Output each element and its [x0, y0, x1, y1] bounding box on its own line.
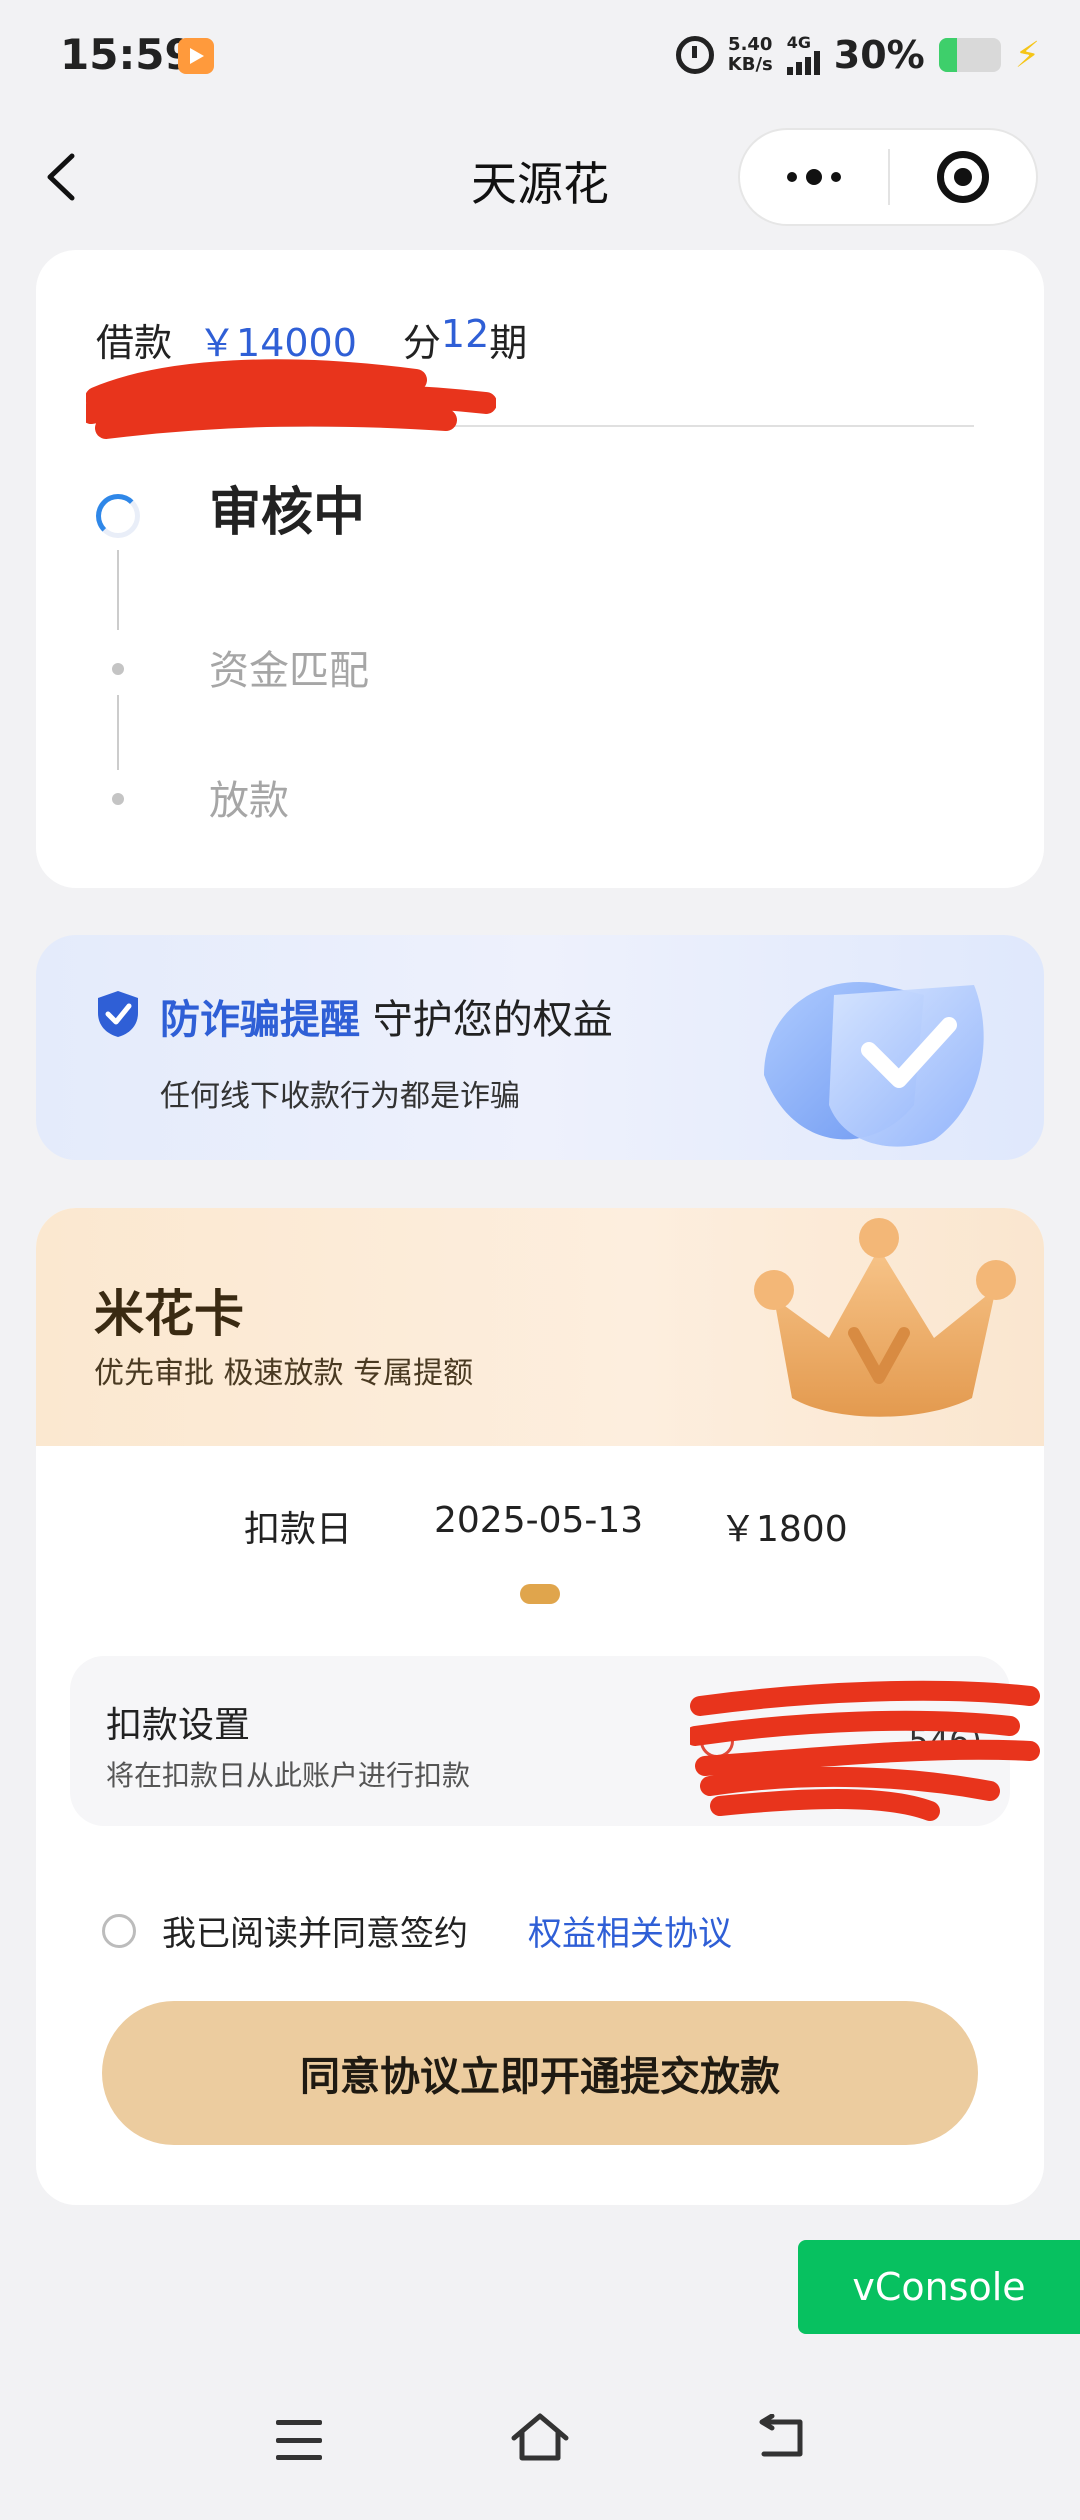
loading-spinner-icon — [96, 494, 140, 538]
return-icon[interactable] — [756, 2414, 806, 2460]
step-connector — [117, 695, 119, 770]
app-notification-icon — [178, 38, 214, 74]
agreement-checkbox[interactable] — [102, 1914, 136, 1948]
step-fund-matching: 资金匹配 — [209, 648, 369, 694]
fraud-title: 防诈骗提醒 守护您的权益 — [160, 987, 613, 1045]
status-icons: 5.40 KB/s 4G 30% ⚡ — [675, 30, 1040, 80]
alarm-icon — [675, 36, 714, 74]
vconsole-button[interactable]: vConsole — [798, 2240, 1080, 2334]
deduction-label: 扣款日 — [244, 1509, 353, 1550]
redaction-scribble — [690, 1680, 1040, 1821]
step-connector — [117, 550, 119, 630]
status-bar: 15:59 5.40 KB/s 4G 30% ⚡ — [0, 0, 1080, 110]
submit-button[interactable]: 同意协议立即开通提交放款 — [102, 2001, 978, 2145]
home-icon[interactable] — [510, 2412, 570, 2462]
anti-fraud-banner[interactable]: 防诈骗提醒 守护您的权益 任何线下收款行为都是诈骗 — [36, 935, 1044, 1160]
fraud-title-rest: 守护您的权益 — [372, 997, 613, 1043]
crown-icon — [754, 1218, 1016, 1417]
membership-benefits: 优先审批 极速放款 专属提额 — [94, 1356, 474, 1391]
deduction-date: 2025-05-13 — [434, 1500, 644, 1541]
deduction-amount: ￥1800 — [720, 1509, 848, 1550]
net-speed: 5.40 KB/s — [728, 35, 773, 75]
step-dot — [112, 663, 124, 675]
net-speed-unit: KB/s — [727, 54, 773, 75]
loan-status-card: 借款 ￥14000 分 12 期 审核中 资金匹配 放款 — [36, 250, 1044, 888]
net-speed-value: 5.40 — [728, 34, 773, 55]
deduction-row: 扣款日 2025-05-13 ￥1800 — [36, 1500, 1044, 1560]
system-nav-bar — [0, 2390, 1080, 2520]
membership-header: 米花卡 优先审批 极速放款 专属提额 — [36, 1208, 1044, 1446]
agreement-link[interactable]: 权益相关协议 — [528, 1906, 732, 1955]
menu-icon[interactable] — [276, 2420, 322, 2460]
step-reviewing: 审核中 — [209, 483, 366, 543]
status-time: 15:59 — [60, 30, 194, 79]
check-badge-icon — [764, 981, 984, 1147]
miniprogram-capsule — [738, 128, 1038, 226]
membership-title: 米花卡 — [94, 1285, 244, 1343]
setting-description: 将在扣款日从此账户进行扣款 — [106, 1759, 471, 1792]
setting-title: 扣款设置 — [106, 1705, 251, 1746]
page-indicator — [520, 1584, 560, 1604]
signal-icon — [786, 51, 820, 75]
deduction-setting[interactable]: 扣款设置 将在扣款日从此账户进行扣款 546) — [70, 1656, 1040, 1826]
membership-card: 米花卡 优先审批 极速放款 专属提额 扣款日 2025-05-13 ￥1800 … — [36, 1208, 1044, 2205]
step-dot — [112, 793, 124, 805]
signal-indicator: 4G — [786, 33, 820, 75]
close-miniprogram-icon[interactable] — [890, 130, 1036, 224]
fraud-description: 任何线下收款行为都是诈骗 — [160, 1079, 520, 1114]
shield-icon — [98, 991, 138, 1037]
charging-bolt-icon: ⚡ — [1014, 34, 1040, 76]
fraud-title-highlight: 防诈骗提醒 — [160, 997, 360, 1043]
battery-percent: 30% — [833, 33, 925, 77]
nav-bar: 天源花 — [0, 120, 1080, 235]
step-disbursement: 放款 — [209, 778, 289, 824]
agreement-text: 我已阅读并同意签约 — [162, 1914, 468, 1954]
more-icon[interactable] — [740, 130, 888, 224]
redaction-scribble — [86, 359, 496, 439]
battery-icon — [938, 38, 1001, 72]
network-type: 4G — [786, 33, 812, 52]
